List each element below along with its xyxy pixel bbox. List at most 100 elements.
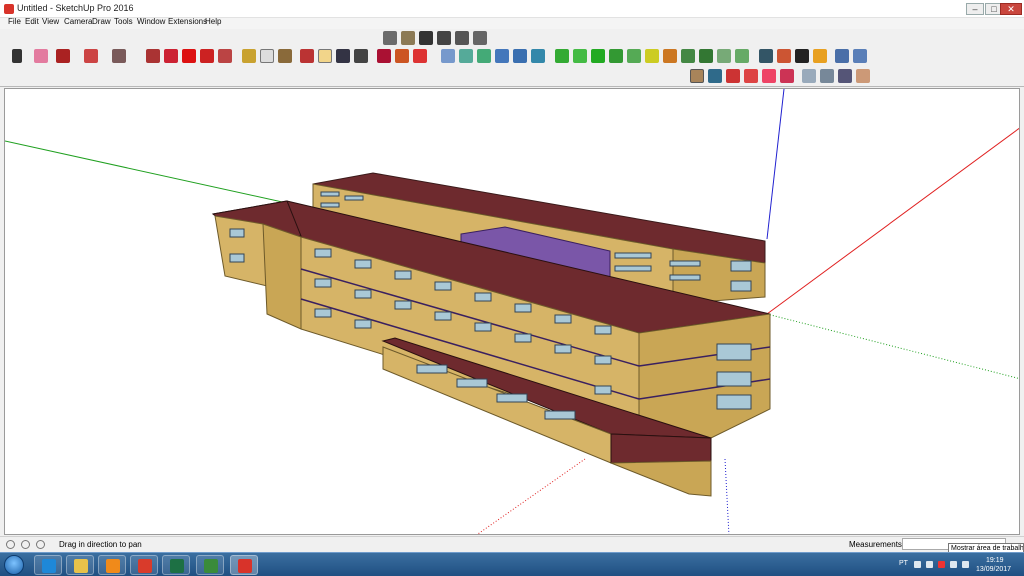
instructor-icon[interactable] bbox=[36, 540, 45, 549]
taskbar-app-excel[interactable] bbox=[162, 555, 190, 575]
menu-tools[interactable]: Tools bbox=[114, 17, 133, 26]
rectangle-icon[interactable] bbox=[112, 49, 126, 63]
daylight-icon[interactable] bbox=[627, 49, 641, 63]
remote-desktop-icon bbox=[204, 559, 218, 573]
top-view-icon[interactable] bbox=[401, 31, 415, 45]
scale-icon[interactable] bbox=[218, 49, 232, 63]
zoom-extents-icon[interactable] bbox=[354, 49, 368, 63]
taskbar-app-explorer[interactable] bbox=[66, 555, 94, 575]
render-by-type-icon[interactable] bbox=[708, 69, 722, 83]
tray-flag-icon[interactable] bbox=[938, 561, 945, 568]
surface-icon[interactable] bbox=[555, 49, 569, 63]
zone-icon[interactable] bbox=[609, 49, 623, 63]
menu-view[interactable]: View bbox=[42, 17, 59, 26]
orbit-icon[interactable] bbox=[300, 49, 314, 63]
menu-file[interactable]: File bbox=[8, 17, 21, 26]
language-indicator[interactable]: PT bbox=[899, 560, 908, 567]
tray-app-icon[interactable] bbox=[926, 561, 933, 568]
share-model-icon[interactable] bbox=[395, 49, 409, 63]
eraser-icon[interactable] bbox=[34, 49, 48, 63]
xray-icon[interactable] bbox=[820, 69, 834, 83]
shading-icon[interactable] bbox=[591, 49, 605, 63]
taskbar-app-media[interactable] bbox=[98, 555, 126, 575]
filter-icon[interactable] bbox=[777, 49, 791, 63]
taskbar-app-ie[interactable] bbox=[34, 555, 62, 575]
output-icon[interactable] bbox=[663, 49, 677, 63]
render-by-boundary-icon[interactable] bbox=[762, 69, 776, 83]
media-player-icon bbox=[106, 559, 120, 573]
taskbar-app-sketchup[interactable] bbox=[230, 555, 258, 575]
left-view-icon[interactable] bbox=[473, 31, 487, 45]
warehouse-icon[interactable] bbox=[377, 49, 391, 63]
help-icon[interactable] bbox=[853, 49, 867, 63]
menu-window[interactable]: Window bbox=[137, 17, 165, 26]
subsurface-icon[interactable] bbox=[573, 49, 587, 63]
results-icon[interactable] bbox=[735, 49, 749, 63]
credits-icon[interactable] bbox=[21, 540, 30, 549]
front-view-icon[interactable] bbox=[419, 31, 433, 45]
measurements-label: Measurements bbox=[849, 540, 902, 549]
arc-icon[interactable] bbox=[84, 49, 98, 63]
blue-axis-negative bbox=[724, 458, 730, 534]
start-button[interactable] bbox=[4, 555, 24, 575]
render-by-construction-icon[interactable] bbox=[726, 69, 740, 83]
surface-matching-icon[interactable] bbox=[681, 49, 695, 63]
new-space-icon[interactable] bbox=[441, 49, 455, 63]
shaded-icon[interactable] bbox=[838, 69, 852, 83]
hidden-line-icon[interactable] bbox=[802, 69, 816, 83]
red-axis-negative bbox=[476, 458, 586, 534]
textured-icon[interactable] bbox=[856, 69, 870, 83]
save-file-icon[interactable] bbox=[477, 49, 491, 63]
clock-time[interactable]: 19:19 bbox=[986, 557, 1004, 564]
taskbar-app-chrome[interactable] bbox=[130, 555, 158, 575]
render-by-layer-icon[interactable] bbox=[780, 69, 794, 83]
render-by-class-icon[interactable] bbox=[690, 69, 704, 83]
menu-camera[interactable]: Camera bbox=[64, 17, 92, 26]
warning-icon[interactable] bbox=[813, 49, 827, 63]
open-file-icon[interactable] bbox=[459, 49, 473, 63]
zoom-icon[interactable] bbox=[336, 49, 350, 63]
render-by-zone-icon[interactable] bbox=[744, 69, 758, 83]
excel-icon bbox=[170, 559, 184, 573]
clock-date[interactable]: 13/09/2017 bbox=[976, 566, 1011, 573]
lighting-icon[interactable] bbox=[645, 49, 659, 63]
iso-view-icon[interactable] bbox=[383, 31, 397, 45]
minimize-button[interactable]: – bbox=[966, 3, 984, 15]
rotate-icon[interactable] bbox=[200, 49, 214, 63]
menu-help[interactable]: Help bbox=[205, 17, 221, 26]
volume-icon[interactable] bbox=[962, 561, 969, 568]
red-axis bbox=[766, 127, 1019, 315]
info-icon[interactable] bbox=[795, 49, 809, 63]
menu-edit[interactable]: Edit bbox=[25, 17, 39, 26]
extension-warehouse-icon[interactable] bbox=[413, 49, 427, 63]
menu-extensions[interactable]: Extensions bbox=[168, 17, 207, 26]
close-button[interactable]: ✕ bbox=[1000, 3, 1022, 15]
follow-me-icon[interactable] bbox=[164, 49, 178, 63]
idf-icon[interactable] bbox=[495, 49, 509, 63]
search-icon[interactable] bbox=[759, 49, 773, 63]
render-icon[interactable] bbox=[717, 49, 731, 63]
model-canvas bbox=[5, 89, 1019, 534]
run-simulation-icon[interactable] bbox=[699, 49, 713, 63]
status-hint: Drag in direction to pan bbox=[59, 540, 142, 549]
taskbar-app-remote[interactable] bbox=[196, 555, 224, 575]
menu-draw[interactable]: Draw bbox=[92, 17, 111, 26]
export-idf-icon[interactable] bbox=[531, 49, 545, 63]
move-icon[interactable] bbox=[182, 49, 196, 63]
select-icon[interactable] bbox=[12, 49, 22, 63]
pan-icon[interactable] bbox=[318, 49, 332, 63]
network-icon[interactable] bbox=[950, 561, 957, 568]
back-view-icon[interactable] bbox=[455, 31, 469, 45]
blue-axis bbox=[766, 89, 785, 240]
right-view-icon[interactable] bbox=[437, 31, 451, 45]
tape-measure-icon[interactable] bbox=[242, 49, 256, 63]
model-viewport[interactable] bbox=[4, 88, 1020, 535]
tray-arrow-icon[interactable] bbox=[914, 561, 921, 568]
push-pull-icon[interactable] bbox=[146, 49, 160, 63]
geo-location-icon[interactable] bbox=[6, 540, 15, 549]
import-idf-icon[interactable] bbox=[513, 49, 527, 63]
paint-bucket-icon[interactable] bbox=[278, 49, 292, 63]
text-icon[interactable] bbox=[260, 49, 274, 63]
pencil-icon[interactable] bbox=[56, 49, 70, 63]
component-icon[interactable] bbox=[835, 49, 849, 63]
